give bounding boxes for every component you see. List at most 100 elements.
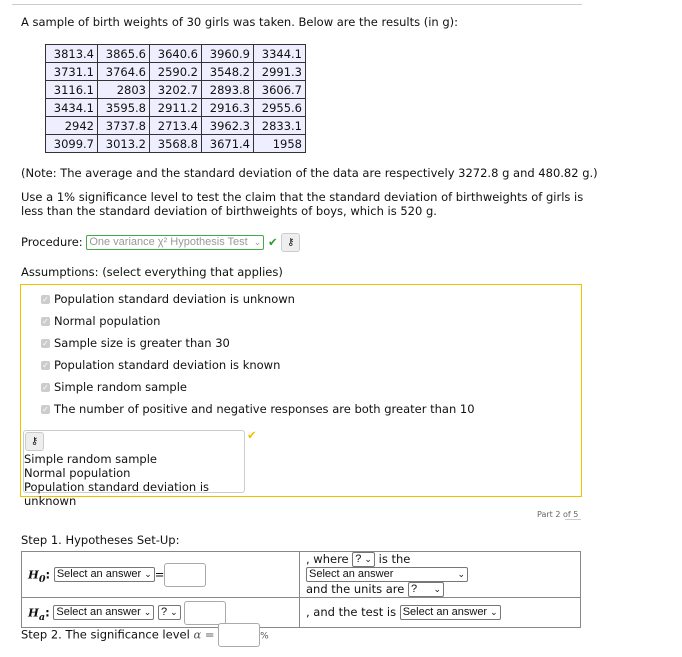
answer-box: ⚷ Simple random sample Normal population… bbox=[23, 430, 245, 508]
note-text: (Note: The average and the standard devi… bbox=[21, 166, 598, 180]
step1-label: Step 1. Hypotheses Set-Up: bbox=[21, 533, 180, 547]
divider bbox=[12, 4, 582, 5]
table-cell: 3737.8 bbox=[97, 116, 150, 135]
checkbox-icon[interactable]: ✓ bbox=[41, 360, 50, 370]
table-cell: 3962.3 bbox=[201, 116, 254, 135]
table-cell: 2955.6 bbox=[253, 98, 306, 117]
data-table: 3813.4 3865.6 3640.6 3960.9 3344.1 3731.1 3764… bbox=[45, 44, 306, 153]
table-cell: 3548.2 bbox=[201, 62, 254, 81]
table-cell: 2590.2 bbox=[149, 62, 202, 81]
procedure-label: Procedure: bbox=[21, 235, 83, 249]
table-cell: 3116.1 bbox=[45, 80, 98, 99]
assumption-checkbox[interactable]: ✓ Simple random sample bbox=[41, 376, 581, 398]
assumptions-box: ✓ Population standard deviation is unknow… bbox=[20, 284, 582, 508]
percent-unit: % bbox=[260, 631, 269, 642]
table-cell: 3813.4 bbox=[45, 44, 98, 63]
assumption-checkbox[interactable]: ✓ Population standard deviation is known bbox=[41, 354, 581, 376]
table-cell: 3595.8 bbox=[97, 98, 150, 117]
table-cell: 2911.2 bbox=[149, 98, 202, 117]
ha-select-value: Select an answer bbox=[56, 606, 141, 618]
table-row: 3099.7 3013.2 3568.8 3671.4 1958 bbox=[45, 134, 306, 153]
assumption-checkbox[interactable]: ✓ Normal population bbox=[41, 310, 581, 332]
table-cell: 2833.1 bbox=[253, 116, 306, 135]
h0-select[interactable]: Select an answer ⌄ bbox=[53, 567, 155, 582]
h0-sub: 0 bbox=[38, 573, 46, 585]
chevron-down-icon: ⌄ bbox=[144, 569, 152, 579]
checkbox-icon[interactable]: ✓ bbox=[41, 338, 50, 348]
assumption-label: Population standard deviation is known bbox=[54, 358, 281, 372]
assumption-label: Population standard deviation is unknown bbox=[54, 292, 295, 306]
ha-operator-select[interactable]: ? ⌄ bbox=[157, 605, 181, 620]
alpha-input[interactable] bbox=[218, 623, 261, 647]
answer-line: Population standard deviation is unknown bbox=[24, 480, 210, 508]
assumption-label: Sample size is greater than 30 bbox=[54, 336, 230, 350]
ha-label: H bbox=[28, 605, 39, 619]
table-cell: 3764.6 bbox=[97, 62, 150, 81]
answer-line: Normal population bbox=[24, 466, 131, 480]
parameter-value: Select an answer bbox=[309, 568, 394, 580]
table-cell: 3640.6 bbox=[149, 44, 202, 63]
table-cell: 2803 bbox=[97, 80, 150, 99]
assumption-label: Normal population bbox=[54, 314, 161, 328]
checkbox-icon[interactable]: ✓ bbox=[41, 382, 50, 392]
key-icon[interactable]: ⚷ bbox=[281, 233, 301, 252]
table-cell: 3568.8 bbox=[149, 134, 202, 153]
procedure-row: Procedure: One variance χ² Hypothesis Te… bbox=[21, 233, 301, 252]
table-cell: 2713.4 bbox=[149, 116, 202, 135]
symbol-value: ? bbox=[355, 553, 362, 565]
procedure-value: One variance χ² Hypothesis Test bbox=[89, 236, 248, 248]
where-text: , where bbox=[306, 552, 349, 566]
units-text: and the units are bbox=[306, 582, 405, 596]
table-cell: 2916.3 bbox=[201, 98, 254, 117]
question-text: Use a 1% significance level to test the … bbox=[21, 190, 584, 218]
test-text: , and the test is bbox=[306, 605, 397, 619]
equals-sign: = bbox=[154, 567, 165, 581]
table-cell: 3960.9 bbox=[201, 44, 254, 63]
step2-label: Step 2. The significance level bbox=[21, 627, 190, 642]
table-cell: 3606.7 bbox=[253, 80, 306, 99]
assumptions-label: Assumptions: (select everything that app… bbox=[21, 265, 283, 279]
ha-select[interactable]: Select an answer ⌄ bbox=[53, 605, 155, 620]
table-cell: 1958 bbox=[253, 134, 306, 153]
h0-select-value: Select an answer bbox=[56, 568, 142, 580]
assumption-checkbox[interactable]: ✓ Sample size is greater than 30 bbox=[41, 332, 581, 354]
table-cell: 3202.7 bbox=[149, 80, 202, 99]
units-value: ? bbox=[411, 583, 418, 595]
table-cell: 3099.7 bbox=[45, 134, 98, 153]
chevron-down-icon: ⌄ bbox=[143, 607, 152, 617]
checkbox-icon[interactable]: ✓ bbox=[41, 316, 50, 326]
step2-row: Step 2. The significance level α = % bbox=[21, 623, 269, 647]
checkbox-icon[interactable]: ✓ bbox=[41, 294, 50, 304]
parameter-select[interactable]: Select an answer ⌄ bbox=[306, 567, 468, 582]
intro-text: A sample of birth weights of 30 girls wa… bbox=[21, 15, 459, 29]
answer-line: Simple random sample bbox=[24, 452, 157, 466]
test-type-select[interactable]: Select an answer ⌄ bbox=[399, 605, 501, 620]
part-indicator: Part 2 of 5 bbox=[537, 510, 579, 519]
key-icon[interactable]: ⚷ bbox=[25, 432, 44, 451]
is-the-text: is the bbox=[378, 552, 411, 566]
checkbox-icon[interactable]: ✓ bbox=[41, 404, 50, 414]
procedure-select[interactable]: One variance χ² Hypothesis Test ⌄ bbox=[86, 235, 265, 250]
assumption-checkbox[interactable]: ✓ Population standard deviation is unknow… bbox=[41, 288, 581, 310]
test-type-value: Select an answer bbox=[402, 606, 488, 618]
parameter-symbol-select[interactable]: ? ⌄ bbox=[352, 552, 375, 567]
table-cell: 3731.1 bbox=[45, 62, 98, 81]
chevron-down-icon: ⌄ bbox=[457, 569, 465, 579]
alpha-symbol: α = bbox=[193, 627, 215, 642]
table-cell: 3671.4 bbox=[201, 134, 254, 153]
table-row: 3116.1 2803 3202.7 2893.8 3606.7 bbox=[45, 80, 306, 99]
assumption-checkbox[interactable]: ✓ The number of positive and negative res… bbox=[41, 398, 581, 420]
table-row: 3731.1 3764.6 2590.2 3548.2 2991.3 bbox=[45, 62, 306, 81]
table-row: 3434.1 3595.8 2911.2 2916.3 2955.6 bbox=[45, 98, 306, 117]
units-select[interactable]: ? ⌄ bbox=[408, 582, 445, 597]
chevron-down-icon: ⌄ bbox=[433, 584, 442, 594]
chevron-down-icon: ⌄ bbox=[364, 554, 372, 564]
chevron-down-icon: ⌄ bbox=[490, 607, 498, 617]
assumption-label: The number of positive and negative resp… bbox=[54, 402, 475, 416]
ha-value-input[interactable] bbox=[184, 600, 227, 625]
hypotheses-table: H0: Select an answer ⌄ = , where ? ⌄ is the… bbox=[21, 551, 581, 628]
table-cell: 3013.2 bbox=[97, 134, 150, 153]
h0-value-input[interactable] bbox=[164, 562, 207, 587]
check-icon: ✔ bbox=[267, 235, 278, 249]
table-cell: 3865.6 bbox=[97, 44, 150, 63]
